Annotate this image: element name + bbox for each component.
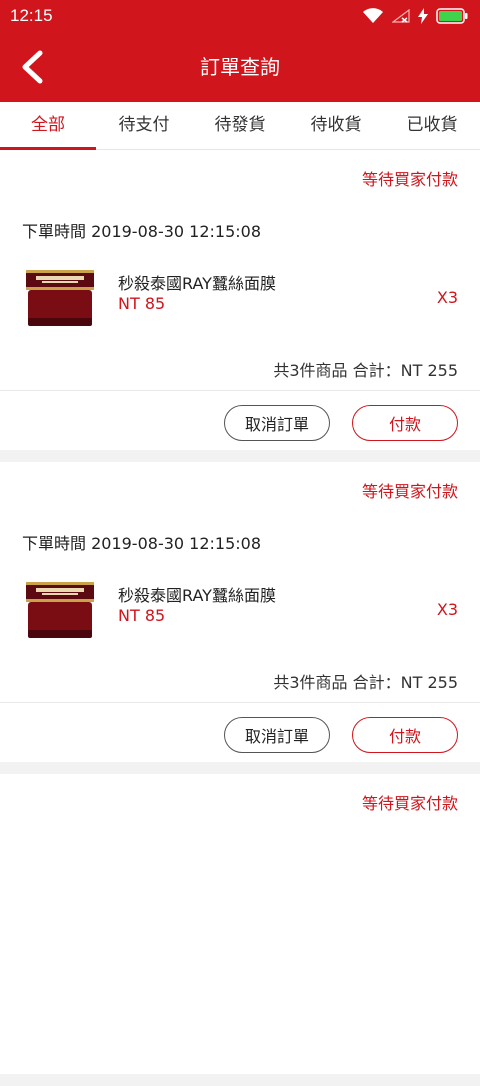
order-list: 等待買家付款 下單時間 2019-08-30 12:15:08 秒殺泰國RAY蠶… bbox=[0, 150, 480, 1086]
charging-icon bbox=[418, 8, 428, 24]
order-time: 下單時間 2019-08-30 12:15:08 bbox=[22, 222, 262, 241]
battery-icon bbox=[436, 8, 468, 24]
order-summary: 共3件商品 合計：NT 255 bbox=[273, 361, 458, 380]
cancel-order-button[interactable]: 取消訂單 bbox=[224, 405, 330, 441]
status-time: 12:15 bbox=[10, 6, 53, 25]
order-summary: 共3件商品 合計：NT 255 bbox=[273, 673, 458, 692]
status-bar: 12:15 bbox=[0, 0, 480, 32]
product-name: 秒殺泰國RAY蠶絲面膜 bbox=[118, 274, 276, 293]
tab-pending-payment[interactable]: 待支付 bbox=[96, 102, 192, 149]
product-thumbnail[interactable] bbox=[22, 260, 98, 336]
product-thumbnail[interactable] bbox=[22, 572, 98, 648]
pay-button[interactable]: 付款 bbox=[352, 717, 458, 753]
order-card: 等待買家付款 下單時間 2019-08-30 12:15:08 秒殺泰國RAY蠶… bbox=[0, 462, 480, 762]
order-status: 等待買家付款 bbox=[361, 794, 458, 813]
order-card: 等待買家付款 bbox=[0, 774, 480, 1074]
product-price: NT 85 bbox=[118, 606, 166, 625]
order-status: 等待買家付款 bbox=[361, 170, 458, 189]
tab-all[interactable]: 全部 bbox=[0, 102, 96, 150]
order-status: 等待買家付款 bbox=[361, 482, 458, 501]
divider bbox=[0, 390, 480, 391]
tab-pending-receipt[interactable]: 待收貨 bbox=[288, 102, 384, 149]
order-tabs: 全部 待支付 待發貨 待收貨 已收貨 bbox=[0, 102, 480, 150]
cancel-order-button[interactable]: 取消訂單 bbox=[224, 717, 330, 753]
pay-button[interactable]: 付款 bbox=[352, 405, 458, 441]
tab-received[interactable]: 已收貨 bbox=[384, 102, 480, 149]
order-card: 等待買家付款 下單時間 2019-08-30 12:15:08 秒殺泰國RAY蠶… bbox=[0, 150, 480, 450]
app-bar: 訂單查詢 bbox=[0, 32, 480, 102]
divider bbox=[0, 702, 480, 703]
product-name: 秒殺泰國RAY蠶絲面膜 bbox=[118, 586, 276, 605]
product-quantity: X3 bbox=[436, 288, 458, 307]
order-time: 下單時間 2019-08-30 12:15:08 bbox=[22, 534, 262, 553]
signal-icon bbox=[392, 9, 410, 23]
status-icons bbox=[362, 8, 468, 24]
page-title: 訂單查詢 bbox=[200, 55, 280, 79]
product-price: NT 85 bbox=[118, 294, 166, 313]
product-quantity: X3 bbox=[436, 600, 458, 619]
tab-pending-shipment[interactable]: 待發貨 bbox=[192, 102, 288, 149]
wifi-icon bbox=[363, 8, 383, 23]
